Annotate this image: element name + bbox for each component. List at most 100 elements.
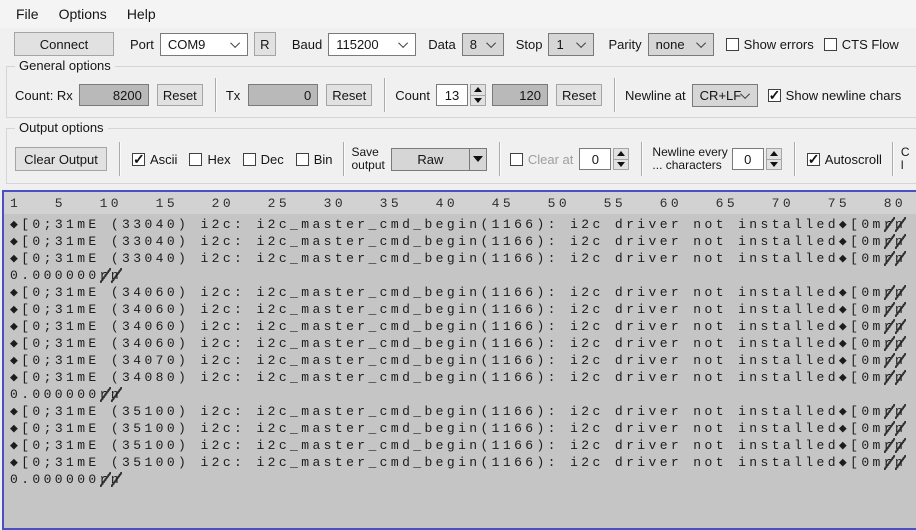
newline-char-glyph: n — [895, 336, 906, 351]
newline-char-glyph: n — [111, 268, 122, 283]
save-mode-dropdown-button[interactable] — [469, 148, 487, 171]
ascii-label: Ascii — [150, 152, 177, 167]
connect-button[interactable]: Connect — [14, 32, 114, 56]
show-errors-label: Show errors — [744, 37, 814, 52]
newline-char-glyph: r — [100, 268, 111, 283]
newline-char-glyph: n — [895, 302, 906, 317]
port-label: Port — [130, 37, 154, 52]
bin-label: Bin — [314, 152, 333, 167]
stop-bits-select[interactable]: 1 — [548, 33, 594, 56]
save-mode-value-box[interactable]: Raw — [391, 148, 469, 171]
ascii-checkbox[interactable] — [132, 153, 145, 166]
spin-up-button[interactable] — [470, 84, 486, 96]
tx-reset-button[interactable]: Reset — [326, 84, 372, 106]
clear-at-spinner[interactable] — [613, 148, 629, 170]
newline-every-label-line2: ... characters — [652, 159, 727, 172]
stop-bits-label: Stop — [516, 37, 543, 52]
stop-bits-value: 1 — [556, 37, 563, 52]
menu-file[interactable]: File — [6, 2, 49, 26]
clear-output-button[interactable]: Clear Output — [15, 147, 107, 171]
output-options-title: Output options — [15, 120, 108, 135]
newline-char-glyph: n — [895, 217, 906, 232]
terminal-line: ◆[0;31mE (33040) i2c: i2c_master_cmd_beg… — [10, 251, 916, 268]
newline-char-glyph: n — [895, 404, 906, 419]
terminal-line: ◆[0;31mE (35100) i2c: i2c_master_cmd_beg… — [10, 455, 916, 472]
parity-label: Parity — [608, 37, 641, 52]
newline-every-input[interactable]: 0 — [732, 148, 764, 170]
clear-at-checkbox[interactable] — [510, 153, 523, 166]
newline-char-glyph: r — [884, 251, 895, 266]
newline-char-glyph: r — [100, 472, 111, 487]
newline-char-glyph: r — [884, 217, 895, 232]
separator — [499, 142, 500, 176]
newline-char-glyph: r — [884, 404, 895, 419]
newline-char-glyph: r — [884, 319, 895, 334]
newline-char-glyph: n — [895, 370, 906, 385]
spin-up-button[interactable] — [613, 148, 629, 160]
terminal-line: ◆[0;31mE (34060) i2c: i2c_master_cmd_beg… — [10, 319, 916, 336]
tx-count-field[interactable]: 0 — [248, 84, 318, 106]
parity-select[interactable]: none — [648, 33, 714, 56]
spin-down-button[interactable] — [766, 160, 782, 171]
count-label: Count — [395, 88, 430, 103]
baud-select[interactable]: 115200 — [328, 33, 416, 56]
count-limit-field[interactable]: 120 — [492, 84, 548, 106]
port-value: COM9 — [168, 37, 206, 52]
show-newline-chars-label: Show newline chars — [786, 88, 902, 103]
separator — [119, 142, 120, 176]
newline-every-spinner[interactable] — [766, 148, 782, 170]
count-spinner[interactable] — [470, 84, 486, 106]
data-bits-select[interactable]: 8 — [462, 33, 504, 56]
hex-checkbox[interactable] — [189, 153, 202, 166]
terminal-line: ◆[0;31mE (35100) i2c: i2c_master_cmd_beg… — [10, 404, 916, 421]
save-mode-value: Raw — [417, 152, 443, 167]
save-mode-select[interactable]: Raw — [391, 148, 487, 171]
terminal-line: ◆[0;31mE (34060) i2c: i2c_master_cmd_beg… — [10, 285, 916, 302]
newline-char-glyph: n — [895, 353, 906, 368]
separator — [614, 78, 615, 112]
rx-count-field[interactable]: 8200 — [79, 84, 149, 106]
save-output-label-line2: output — [352, 159, 385, 172]
tx-label: Tx — [226, 88, 240, 103]
menu-help[interactable]: Help — [117, 2, 166, 26]
separator — [343, 142, 344, 176]
cts-flow-checkbox[interactable] — [824, 38, 837, 51]
terminal-line: ◆[0;31mE (33040) i2c: i2c_master_cmd_beg… — [10, 234, 916, 251]
clipped-right-label: C l — [901, 146, 913, 172]
bin-checkbox[interactable] — [296, 153, 309, 166]
newline-char-glyph: n — [895, 421, 906, 436]
spin-up-button[interactable] — [766, 148, 782, 160]
dec-checkbox[interactable] — [243, 153, 256, 166]
rescan-ports-button[interactable]: R — [254, 32, 276, 56]
autoscroll-checkbox[interactable] — [807, 153, 820, 166]
port-select[interactable]: COM9 — [160, 33, 248, 56]
data-bits-value: 8 — [470, 37, 477, 52]
serial-output-terminal[interactable]: 1 5 10 15 20 25 30 35 40 45 50 55 60 65 … — [2, 190, 916, 530]
rx-reset-button[interactable]: Reset — [157, 84, 203, 106]
triangle-down-icon — [474, 98, 482, 103]
count-reset-button[interactable]: Reset — [556, 84, 602, 106]
chevron-down-icon — [486, 38, 496, 48]
spin-down-button[interactable] — [470, 96, 486, 107]
newline-char-glyph: r — [100, 387, 111, 402]
clear-at-input[interactable]: 0 — [579, 148, 611, 170]
terminal-line: ◆[0;31mE (35100) i2c: i2c_master_cmd_beg… — [10, 421, 916, 438]
newline-char-glyph: r — [884, 353, 895, 368]
terminal-line: ◆[0;31mE (34080) i2c: i2c_master_cmd_beg… — [10, 370, 916, 387]
count-input[interactable]: 13 — [436, 84, 468, 106]
newline-char-glyph: n — [895, 455, 906, 470]
newline-at-select[interactable]: CR+LF — [692, 84, 758, 107]
newline-char-glyph: n — [895, 251, 906, 266]
spin-down-button[interactable] — [613, 160, 629, 171]
terminal-line: ◆[0;31mE (33040) i2c: i2c_master_cmd_beg… — [10, 217, 916, 234]
triangle-down-icon — [473, 156, 483, 162]
show-errors-checkbox[interactable] — [726, 38, 739, 51]
newline-char-glyph: n — [111, 387, 122, 402]
clipped-label-line2: l — [901, 159, 913, 172]
triangle-up-icon — [770, 151, 778, 156]
menu-options[interactable]: Options — [49, 2, 117, 26]
separator — [641, 142, 642, 176]
show-newline-chars-checkbox[interactable] — [768, 89, 781, 102]
output-options-group: Output options Clear Output Ascii Hex De… — [6, 128, 916, 184]
baud-value: 115200 — [336, 37, 378, 52]
